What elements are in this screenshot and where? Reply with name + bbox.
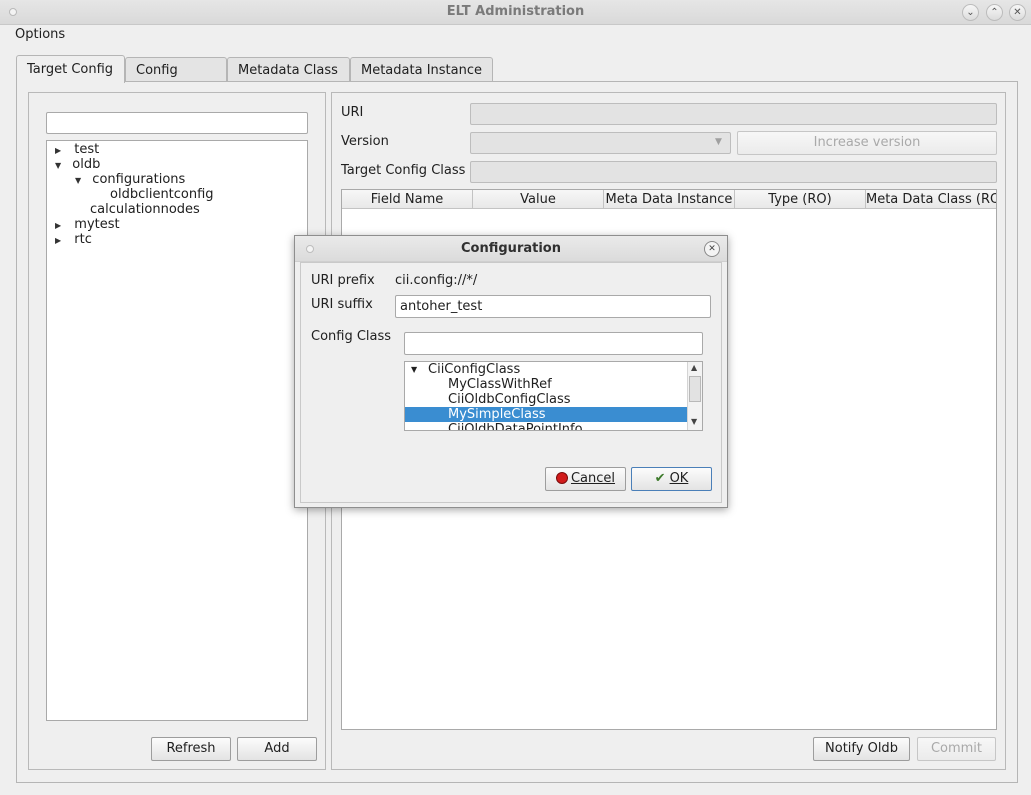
tree-item[interactable]: oldbclientconfig — [110, 187, 214, 202]
expand-arrow-icon[interactable]: ▶ — [55, 236, 61, 245]
tab-metadata-class[interactable]: Metadata Class — [227, 57, 350, 82]
increase-version-button[interactable]: Increase version — [737, 131, 997, 155]
refresh-button[interactable]: Refresh — [151, 737, 231, 761]
dialog-title: Configuration — [461, 241, 561, 256]
uri-prefix-value: cii.config://*/ — [395, 273, 478, 288]
scroll-up-icon[interactable]: ▲ — [691, 363, 697, 372]
chevron-down-icon: ▼ — [715, 137, 722, 147]
close-icon[interactable]: ✕ — [1009, 4, 1026, 21]
commit-button[interactable]: Commit — [917, 737, 996, 761]
minimize-icon[interactable]: ⌄ — [962, 4, 979, 21]
tree-item[interactable]: calculationnodes — [90, 202, 200, 217]
column-header-value[interactable]: Value — [473, 190, 604, 209]
tree-filter-input[interactable] — [46, 112, 308, 134]
uri-suffix-input[interactable]: antoher_test — [395, 295, 711, 318]
target-config-class-label: Target Config Class — [341, 163, 466, 178]
tree-item[interactable]: ▼ oldb — [55, 157, 100, 172]
ok-check-icon: ✔ — [654, 471, 666, 486]
tree-item[interactable]: ▶ test — [55, 142, 99, 157]
table-header: Field Name Value Meta Data Instance Type… — [342, 190, 996, 209]
collapse-arrow-icon[interactable]: ▼ — [55, 161, 61, 170]
notify-oldb-button[interactable]: Notify Oldb — [813, 737, 910, 761]
dialog-close-icon[interactable]: ✕ — [704, 241, 720, 257]
ok-button[interactable]: ✔ OK — [631, 467, 712, 491]
scrollbar-thumb[interactable] — [689, 376, 701, 402]
collapse-arrow-icon[interactable]: ▼ — [411, 362, 417, 377]
tree-item[interactable]: ▼ configurations — [75, 172, 185, 187]
target-config-class-field[interactable] — [470, 161, 997, 183]
config-class-tree[interactable]: ▼ CiiConfigClass MyClassWithRef CiiOldbC… — [404, 361, 703, 431]
column-header-meta-data-class[interactable]: Meta Data Class (RO — [866, 190, 996, 209]
class-tree-item-selected[interactable]: MySimpleClass — [405, 407, 687, 422]
collapse-arrow-icon[interactable]: ▼ — [75, 176, 81, 185]
add-button[interactable]: Add — [237, 737, 317, 761]
uri-prefix-label: URI prefix — [311, 273, 375, 288]
uri-label: URI — [341, 105, 364, 120]
version-select[interactable]: ▼ — [470, 132, 731, 154]
tree-item[interactable]: ▶ mytest — [55, 217, 120, 232]
class-list-scrollbar[interactable]: ▲ ▼ — [687, 362, 702, 430]
cancel-icon — [555, 472, 568, 484]
window-title: ELT Administration — [446, 4, 585, 19]
config-class-filter-input[interactable] — [404, 332, 703, 355]
tab-config-class[interactable]: Config Class — [125, 57, 227, 103]
column-header-type[interactable]: Type (RO) — [735, 190, 866, 209]
class-tree-item[interactable]: ▼ CiiConfigClass — [405, 362, 687, 377]
uri-field[interactable] — [470, 103, 997, 125]
window-titlebar: ELT Administration ⌄ ⌃ ✕ — [0, 0, 1031, 25]
configuration-dialog: Configuration ✕ URI prefix cii.config://… — [294, 235, 728, 508]
dialog-titlebar: Configuration ✕ — [295, 236, 727, 262]
menu-options[interactable]: Options — [8, 26, 72, 44]
menu-bar: Options — [0, 25, 1031, 45]
class-tree-item[interactable]: CiiOldbDataPointInfo — [405, 422, 687, 430]
tab-target-config[interactable]: Target Config — [16, 55, 125, 83]
column-header-field-name[interactable]: Field Name — [342, 190, 473, 209]
class-tree-item[interactable]: MyClassWithRef — [405, 377, 687, 392]
config-class-label: Config Class — [311, 329, 392, 344]
uri-suffix-label: URI suffix — [311, 297, 373, 312]
expand-arrow-icon[interactable]: ▶ — [55, 146, 61, 155]
maximize-icon[interactable]: ⌃ — [986, 4, 1003, 21]
config-tree[interactable]: ▶ test ▼ oldb ▼ configurations oldbclien… — [46, 140, 308, 721]
expand-arrow-icon[interactable]: ▶ — [55, 221, 61, 230]
tab-metadata-instance[interactable]: Metadata Instance — [350, 57, 493, 82]
cancel-button[interactable]: Cancel — [545, 467, 626, 491]
scroll-down-icon[interactable]: ▼ — [691, 417, 697, 426]
class-tree-item[interactable]: CiiOldbConfigClass — [405, 392, 687, 407]
column-header-meta-data-instance[interactable]: Meta Data Instance — [604, 190, 735, 209]
tree-item[interactable]: ▶ rtc — [55, 232, 92, 247]
version-label: Version — [341, 134, 389, 149]
